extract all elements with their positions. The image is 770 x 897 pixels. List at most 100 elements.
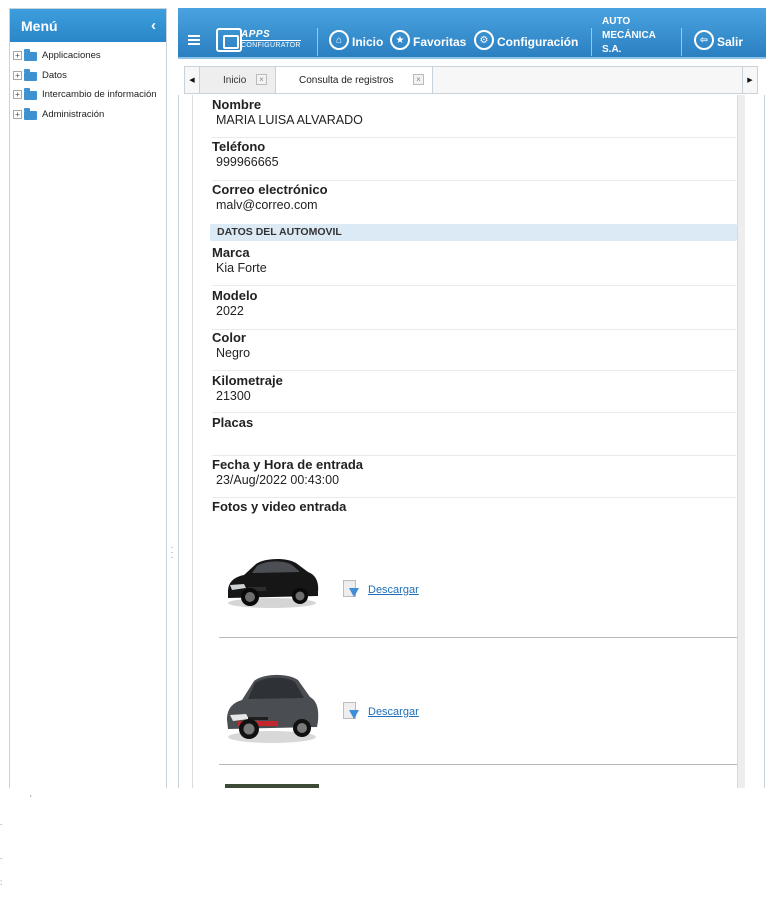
field-label: Placas (212, 415, 254, 430)
stray-mark: . (0, 818, 3, 827)
menu-item-label: Administración (42, 108, 105, 120)
tab-label: Consulta de registros (299, 74, 394, 86)
car-photo-front-dark[interactable] (224, 544, 320, 614)
menu-item-label: Applicaciones (42, 50, 101, 62)
logo-subtext: CONFIGURATOR (241, 40, 301, 49)
expand-icon[interactable]: + (13, 109, 22, 119)
logo-mark-icon (216, 28, 242, 52)
field-label: Teléfono (212, 139, 266, 154)
section-header-automovil: DATOS DEL AUTOMOVIL (210, 224, 737, 241)
field-value: 999966665 (216, 155, 279, 169)
download-link[interactable]: Descargar (368, 706, 419, 718)
expand-icon[interactable]: + (13, 90, 22, 100)
field-value: 21300 (216, 389, 251, 403)
menu-item-intercambio[interactable]: + Intercambio de información (10, 85, 166, 105)
app-logo: APPS CONFIGURATOR (216, 28, 302, 52)
nav-label: Inicio (352, 35, 384, 49)
field-label: Color (212, 330, 246, 345)
folder-icon (24, 49, 37, 62)
menu-item-administracion[interactable]: + Administración (10, 105, 166, 125)
company-name: AUTO MECÁNICA S.A. (602, 16, 656, 55)
car-photo-front-gray[interactable] (224, 665, 320, 747)
field-value: 23/Aug/2022 00:43:00 (216, 473, 340, 487)
nav-label: Salir (717, 35, 744, 49)
nav-inicio-button[interactable]: ⌂ Inicio (329, 30, 383, 50)
download-file-icon (343, 702, 359, 721)
sidebar-menu: Menú ‹ + Applicaciones + Datos + Interca… (9, 8, 167, 788)
star-icon: ★ (390, 30, 410, 50)
field-label: Fotos y video entrada (212, 499, 347, 514)
sidebar-title: Menú (21, 17, 58, 34)
field-fotos-video: Fotos y video entrada (212, 499, 736, 517)
download-file-icon (343, 580, 359, 599)
home-icon: ⌂ (329, 30, 349, 50)
field-nombre: Nombre MARIA LUISA ALVARADO (212, 97, 736, 138)
sidebar-header: Menú ‹ (10, 9, 166, 42)
tab-scroll-right-icon[interactable]: ▶ (742, 67, 757, 93)
download-link[interactable]: Descargar (368, 584, 419, 596)
nav-label: Favoritas (413, 35, 467, 49)
field-modelo: Modelo 2022 (212, 288, 736, 330)
media-item: Descargar (219, 655, 737, 760)
panel-divider (192, 95, 193, 788)
field-label: Fecha y Hora de entrada (212, 457, 363, 472)
field-marca: Marca Kia Forte (212, 245, 736, 286)
menu-item-label: Intercambio de información (42, 89, 157, 101)
field-telefono: Teléfono 999966665 (212, 139, 736, 181)
field-label: Marca (212, 245, 250, 260)
gear-icon: ⚙ (474, 30, 494, 50)
record-detail-panel: Nombre MARIA LUISA ALVARADO Teléfono 999… (178, 95, 765, 788)
menu-item-label: Datos (42, 69, 67, 81)
nav-label: Configuración (497, 35, 579, 49)
folder-icon (24, 88, 37, 101)
folder-icon (24, 107, 37, 120)
close-tab-icon[interactable]: × (256, 74, 267, 85)
logo-text: APPS (241, 29, 271, 40)
logout-button[interactable]: ⇦ Salir (694, 30, 743, 50)
collapse-sidebar-icon[interactable]: ‹ (151, 18, 156, 33)
field-kilometraje: Kilometraje 21300 (212, 373, 736, 413)
field-value: 2022 (216, 304, 244, 318)
menu-tree: + Applicaciones + Datos + Intercambio de… (10, 42, 166, 124)
field-label: Modelo (212, 288, 258, 303)
media-item: Descargar (219, 540, 737, 635)
media-divider (219, 637, 737, 638)
download-button[interactable]: Descargar (343, 702, 419, 721)
pane-splitter-handle[interactable]: · · · (169, 543, 175, 565)
field-value: Kia Forte (216, 261, 267, 275)
stray-mark: ' (30, 794, 32, 803)
expand-icon[interactable]: + (13, 70, 22, 80)
tab-bar: ◀ Inicio × Consulta de registros × ▶ (184, 66, 758, 94)
hamburger-menu-icon[interactable] (188, 35, 200, 45)
field-color: Color Negro (212, 330, 736, 371)
field-correo: Correo electrónico malv@correo.com (212, 182, 736, 222)
field-value: Negro (216, 346, 251, 360)
tab-label: Inicio (223, 74, 247, 86)
logout-icon: ⇦ (694, 30, 714, 50)
nav-divider (681, 28, 682, 56)
menu-item-datos[interactable]: + Datos (10, 66, 166, 86)
field-label: Correo electrónico (212, 182, 328, 197)
tab-consulta-de-registros[interactable]: Consulta de registros × (276, 67, 433, 93)
stray-mark: : (0, 878, 3, 887)
nav-divider (591, 28, 592, 56)
tab-inicio[interactable]: Inicio × (200, 67, 276, 93)
close-tab-icon[interactable]: × (413, 74, 424, 85)
stray-mark: . (0, 852, 3, 861)
nav-favoritas-button[interactable]: ★ Favoritas (390, 30, 466, 50)
media-divider (219, 764, 737, 765)
field-value: MARIA LUISA ALVARADO (216, 113, 363, 127)
field-placas: Placas (212, 415, 736, 456)
field-label: Nombre (212, 97, 262, 112)
menu-item-applicaciones[interactable]: + Applicaciones (10, 46, 166, 66)
car-photo-partial[interactable] (225, 784, 319, 788)
scrollbar[interactable] (737, 95, 745, 788)
field-label: Kilometraje (212, 373, 283, 388)
nav-configuracion-button[interactable]: ⚙ Configuración (474, 30, 578, 50)
field-value: malv@correo.com (216, 198, 318, 212)
expand-icon[interactable]: + (13, 51, 22, 61)
nav-divider (317, 28, 318, 56)
field-fecha-hora-entrada: Fecha y Hora de entrada 23/Aug/2022 00:4… (212, 457, 736, 498)
download-button[interactable]: Descargar (343, 580, 419, 599)
tab-scroll-left-icon[interactable]: ◀ (185, 67, 200, 93)
